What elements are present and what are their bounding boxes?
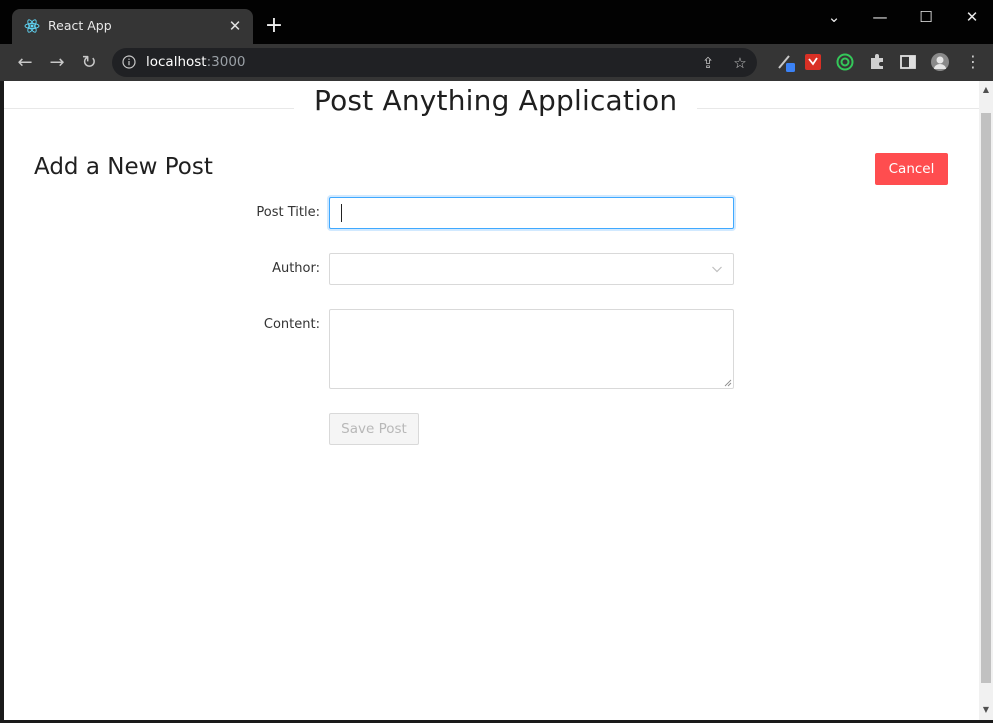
url-text: localhost:3000 [146, 54, 246, 70]
site-info-icon[interactable] [122, 55, 136, 69]
scroll-up-arrow-icon[interactable]: ▲ [979, 83, 993, 97]
puzzle-extensions-icon[interactable] [867, 52, 887, 72]
page-scrollbar[interactable]: ▲ ▼ [979, 81, 993, 720]
minimize-button[interactable]: — [865, 6, 895, 28]
profile-avatar-icon[interactable] [930, 52, 950, 72]
label-colon: : [315, 317, 320, 332]
more-menu-icon[interactable]: ⋮ [963, 52, 983, 72]
bookmark-star-icon[interactable]: ☆ [730, 53, 750, 73]
content-label: Content: [120, 317, 320, 332]
browser-toolbar: ← → ↻ localhost:3000 ⇪ ☆ ⋮ [0, 44, 993, 81]
reload-icon[interactable]: ↻ [76, 50, 102, 76]
scroll-down-arrow-icon[interactable]: ▼ [979, 703, 993, 717]
pen-extension-icon[interactable] [776, 52, 796, 72]
author-select[interactable] [329, 253, 734, 285]
resize-handle-icon[interactable] [724, 379, 732, 387]
react-logo-icon [24, 19, 40, 33]
forward-icon[interactable]: → [44, 50, 70, 76]
label-colon: : [315, 205, 320, 220]
back-icon[interactable]: ← [12, 50, 38, 76]
url-port: :3000 [206, 54, 246, 70]
app-title: Post Anything Application [294, 84, 698, 117]
text-caret [341, 204, 342, 222]
post-title-label-text: Post Title [256, 205, 316, 220]
label-colon: : [315, 261, 320, 276]
chevron-down-icon [712, 266, 722, 273]
scrollbar-thumb[interactable] [981, 113, 991, 683]
post-title-input[interactable] [329, 197, 734, 229]
close-window-button[interactable]: ✕ [957, 6, 987, 28]
address-bar[interactable]: localhost:3000 ⇪ ☆ [112, 48, 757, 77]
browser-title-bar: React App ✕ + ⌄ — ☐ ✕ [0, 0, 993, 44]
red-extension-icon[interactable] [803, 52, 823, 72]
content-label-text: Content [263, 317, 316, 332]
tab-title: React App [48, 18, 112, 33]
post-title-label: Post Title: [120, 205, 320, 220]
green-ring-extension-icon[interactable] [835, 52, 855, 72]
url-host: localhost [146, 54, 207, 70]
content-textarea[interactable] [329, 309, 734, 389]
maximize-button[interactable]: ☐ [911, 6, 941, 28]
author-label-text: Author [272, 261, 316, 276]
page-viewport: Post Anything Application Add a New Post… [4, 81, 979, 720]
author-label: Author: [120, 261, 320, 276]
share-icon[interactable]: ⇪ [698, 53, 718, 73]
save-post-button[interactable]: Save Post [329, 413, 419, 445]
form-title: Add a New Post [34, 154, 213, 180]
cancel-button[interactable]: Cancel [875, 153, 948, 185]
new-tab-button[interactable]: + [262, 14, 286, 38]
browser-tab[interactable]: React App ✕ [12, 9, 253, 44]
side-panel-icon[interactable] [898, 52, 918, 72]
close-tab-icon[interactable]: ✕ [226, 17, 244, 35]
tab-search-icon[interactable]: ⌄ [819, 6, 849, 28]
